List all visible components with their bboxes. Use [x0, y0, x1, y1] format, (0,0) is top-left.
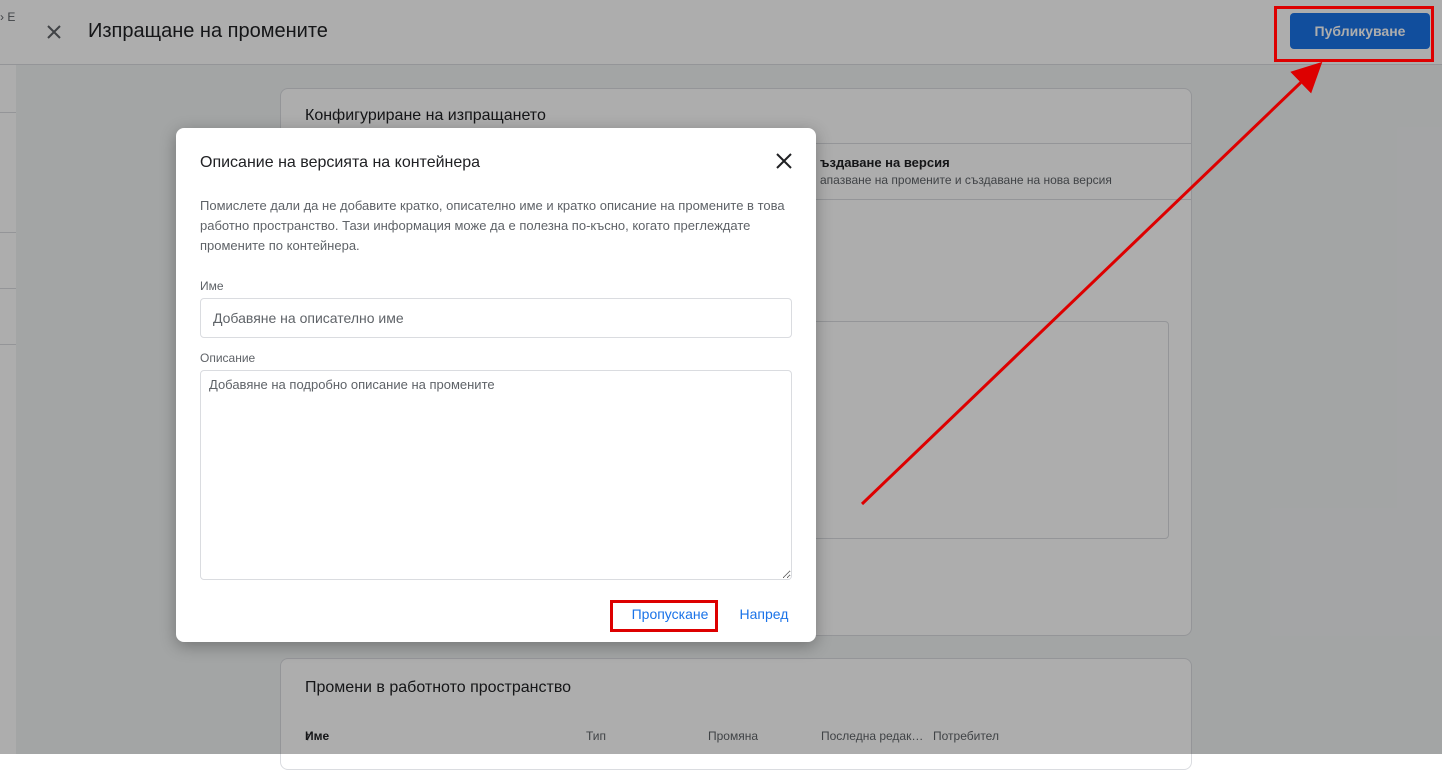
description-label: Описание: [200, 351, 256, 365]
version-name-input[interactable]: [200, 298, 792, 338]
version-description-input[interactable]: [200, 370, 792, 580]
close-icon[interactable]: [773, 150, 795, 172]
dialog-title: Описание на версията на контейнера: [200, 154, 481, 171]
container-version-dialog: Описание на версията на контейнера Помис…: [176, 128, 816, 642]
next-button[interactable]: Напред: [736, 602, 792, 626]
dialog-help-text: Помислете дали да не добавите кратко, оп…: [200, 198, 785, 253]
publish-annotation-box: [1274, 6, 1434, 62]
skip-button[interactable]: Пропускане: [627, 602, 713, 626]
name-label: Име: [200, 279, 224, 293]
